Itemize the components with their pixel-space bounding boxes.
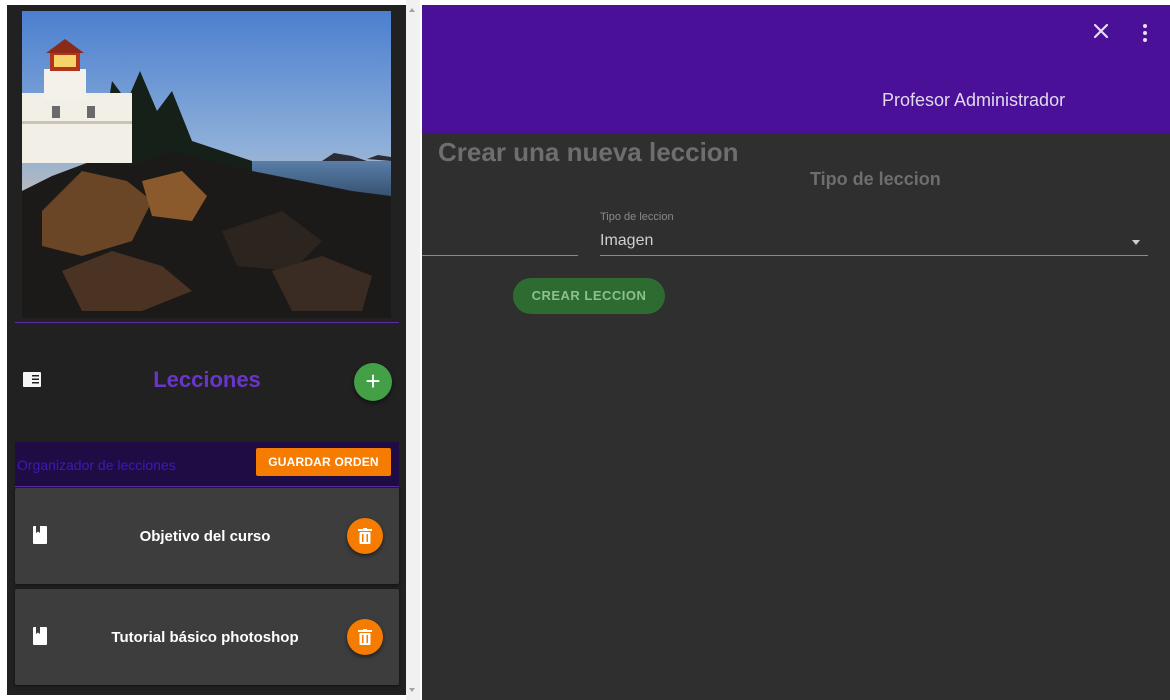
scroll-up-arrow-icon[interactable]: [409, 8, 415, 12]
trash-icon: [358, 629, 372, 645]
sidebar-scrollbar[interactable]: [406, 0, 420, 700]
lessons-title: Lecciones: [153, 367, 261, 392]
app-root: Lecciones + Organizador de lecciones GUA…: [0, 0, 1170, 700]
lesson-card[interactable]: Tutorial básico photoshop: [15, 589, 399, 685]
more-vert-icon[interactable]: [1134, 22, 1156, 44]
lesson-title: Tutorial básico photoshop: [111, 629, 299, 646]
scroll-down-arrow-icon[interactable]: [409, 688, 415, 692]
lesson-type-value: Imagen: [600, 232, 654, 249]
top-app-bar: Profesor Administrador: [422, 5, 1170, 133]
section-title: Tipo de leccion: [810, 169, 941, 189]
create-lesson-button[interactable]: CREAR LECCION: [513, 278, 665, 314]
lesson-type-underline: [600, 255, 1148, 256]
cover-divider: [15, 322, 399, 323]
page-title: Crear una nueva leccion: [438, 137, 739, 167]
bookmark-book-icon: [33, 627, 47, 645]
organizer-divider: [15, 486, 399, 487]
lesson-name-field-underline[interactable]: [422, 255, 578, 256]
add-lesson-button[interactable]: +: [354, 363, 392, 401]
cover-illustration: [22, 11, 391, 318]
delete-lesson-button[interactable]: [347, 619, 383, 655]
user-name: Profesor Administrador: [882, 90, 1066, 110]
lesson-card[interactable]: Objetivo del curso: [15, 488, 399, 584]
book-icon: [23, 372, 41, 387]
dropdown-arrow-icon: [1132, 240, 1140, 245]
main-panel: Profesor Administrador Crear una nueva l…: [422, 5, 1170, 700]
lesson-type-select[interactable]: Imagen: [600, 229, 1148, 257]
course-cover-image: [22, 11, 391, 318]
delete-lesson-button[interactable]: [347, 518, 383, 554]
organizer-label: Organizador de lecciones: [17, 457, 176, 473]
close-icon[interactable]: [1090, 20, 1112, 42]
lesson-organizer-bar: Organizador de lecciones GUARDAR ORDEN: [15, 442, 399, 486]
bookmark-book-icon: [33, 526, 47, 544]
save-order-button[interactable]: GUARDAR ORDEN: [256, 448, 391, 476]
lesson-type-label: Tipo de leccion: [600, 211, 674, 223]
trash-icon: [358, 528, 372, 544]
sidebar: Lecciones + Organizador de lecciones GUA…: [7, 5, 406, 695]
lesson-title: Objetivo del curso: [139, 528, 271, 545]
